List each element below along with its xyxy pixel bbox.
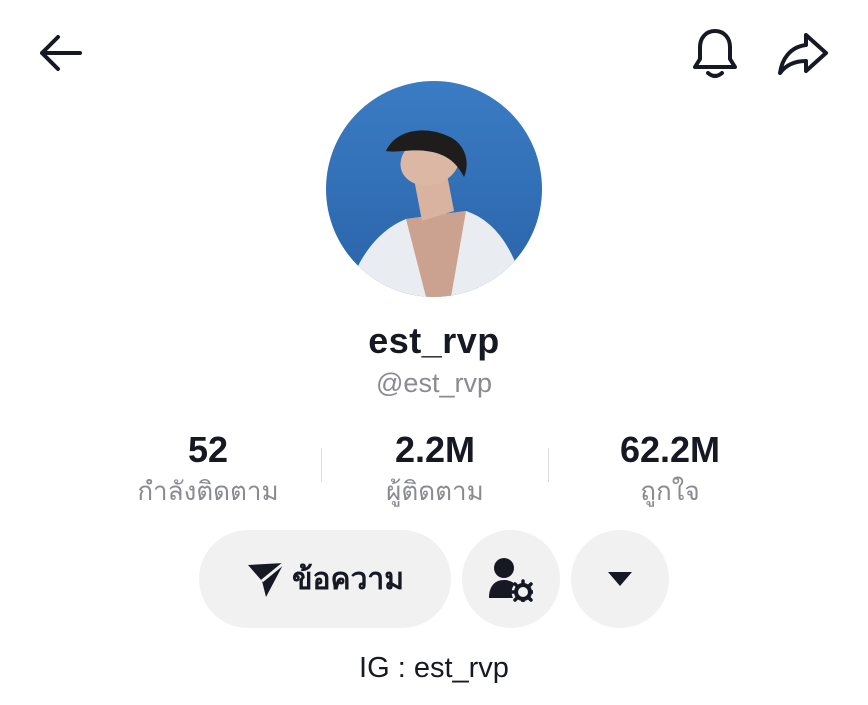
bio-text: IG : est_rvp xyxy=(359,652,509,684)
message-button-label: ข้อความ xyxy=(291,562,405,596)
stat-divider xyxy=(548,448,549,482)
stat-followers-count: 2.2M xyxy=(394,429,476,470)
person-settings-icon xyxy=(489,558,533,602)
bell-icon xyxy=(693,29,737,78)
stat-divider xyxy=(321,448,322,482)
stat-following-count: 52 xyxy=(187,429,229,470)
avatar[interactable] xyxy=(326,81,542,297)
send-icon xyxy=(247,561,285,597)
stat-following[interactable]: 52 กำลังติดตาม xyxy=(118,428,298,508)
stat-followers[interactable]: 2.2M ผู้ติดตาม xyxy=(350,428,520,508)
share-arrow-icon xyxy=(778,33,828,75)
more-options-button[interactable] xyxy=(571,530,669,628)
share-button[interactable] xyxy=(774,26,832,80)
caret-down-icon xyxy=(608,572,632,586)
back-button[interactable] xyxy=(30,28,88,78)
arrow-left-icon xyxy=(40,35,82,71)
friends-settings-button[interactable] xyxy=(462,530,560,628)
username-handle: @est_rvp xyxy=(376,368,492,398)
stat-likes[interactable]: 62.2M ถูกใจ xyxy=(580,428,760,508)
stat-following-label: กำลังติดตาม xyxy=(137,476,279,506)
stat-followers-label: ผู้ติดตาม xyxy=(386,476,484,506)
display-name: est_rvp xyxy=(368,320,500,361)
notification-bell-button[interactable] xyxy=(686,24,744,82)
stat-likes-count: 62.2M xyxy=(619,429,721,470)
profile-page: est_rvp @est_rvp 52 กำลังติดตาม 2.2M ผู้… xyxy=(0,0,868,705)
message-button[interactable]: ข้อความ xyxy=(199,530,451,628)
profile-photo xyxy=(326,81,542,297)
stat-likes-label: ถูกใจ xyxy=(640,476,700,506)
